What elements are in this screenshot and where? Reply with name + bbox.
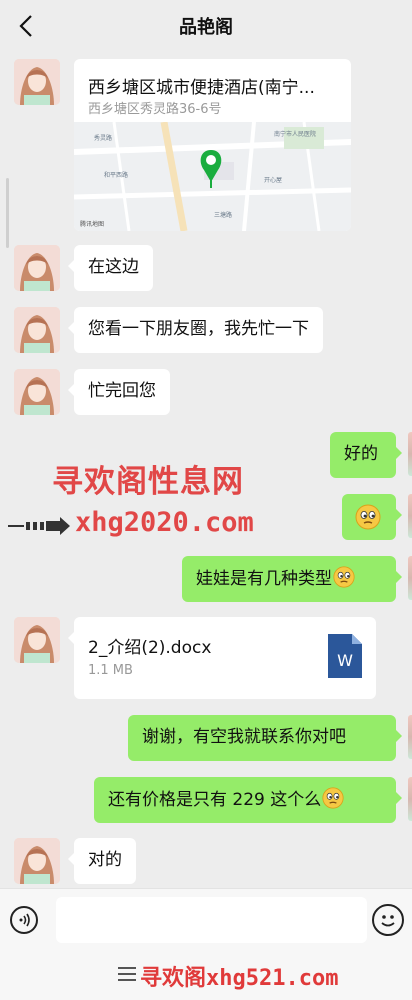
my-avatar-edge[interactable] (408, 556, 412, 600)
contact-avatar[interactable] (14, 59, 60, 105)
message-bubble-in[interactable]: 忙完回您 (68, 369, 170, 415)
voice-input-button[interactable] (10, 906, 38, 934)
avatar-portrait-icon (14, 59, 60, 105)
contact-avatar[interactable] (14, 245, 60, 291)
watermark-text: 寻欢阁性息网 (52, 464, 244, 500)
message-text: 还有价格是只有 229 这个么 (108, 790, 322, 810)
avatar-portrait-icon (14, 245, 60, 291)
map-thumbnail: 秀灵路 南宁市人民医院 和平西路 开心屋 三塘路 腾讯地图 (74, 122, 351, 231)
message-bubble-out[interactable]: 娃娃是有几种类型 (182, 556, 402, 602)
avatar-portrait-icon (14, 307, 60, 353)
message-bubble-out[interactable]: 谢谢，有空我就联系你对吧 (128, 715, 402, 761)
message-bubble-in[interactable]: 在这边 (68, 245, 153, 291)
contact-avatar[interactable] (14, 307, 60, 353)
smirk-emoji-icon (333, 566, 355, 588)
location-name: 西乡塘区城市便捷酒店(南宁... (88, 78, 315, 98)
arrow-right-icon (8, 517, 70, 535)
scroll-indicator (6, 178, 9, 248)
word-document-icon: W (328, 634, 362, 678)
message-bubble-in[interactable]: 对的 (68, 838, 136, 884)
chat-header: 品艳阁 (0, 0, 412, 52)
chat-title: 品艳阁 (179, 17, 233, 38)
svg-text:秀灵路: 秀灵路 (94, 134, 112, 142)
file-message-card[interactable]: 2_介绍(2).docx 1.1 MB W (68, 617, 376, 699)
avatar-portrait-icon (14, 617, 60, 663)
svg-text:三塘路: 三塘路 (214, 211, 232, 219)
message-bubble-out[interactable]: 还有价格是只有 229 这个么 (94, 777, 402, 823)
watermark-bottom: 寻欢阁xhg521.com (140, 966, 339, 991)
file-name: 2_介绍(2).docx (88, 638, 212, 658)
message-bubble-in[interactable]: 您看一下朋友圈，我先忙一下 (68, 307, 323, 353)
contact-avatar[interactable] (14, 617, 60, 663)
contact-avatar[interactable] (14, 838, 60, 884)
smirk-emoji-icon (322, 787, 344, 809)
message-bubble-out[interactable] (342, 494, 402, 540)
back-button[interactable] (14, 12, 38, 40)
my-avatar-edge[interactable] (408, 494, 412, 538)
location-address: 西乡塘区秀灵路36-6号 (88, 102, 222, 117)
voice-icon (19, 913, 30, 927)
my-avatar-edge[interactable] (408, 715, 412, 759)
smirk-emoji-icon (355, 504, 381, 530)
location-card[interactable]: 西乡塘区城市便捷酒店(南宁... 西乡塘区秀灵路36-6号 秀灵路 南宁市人民医… (74, 59, 351, 231)
message-text: 娃娃是有几种类型 (196, 569, 332, 589)
file-size: 1.1 MB (88, 663, 133, 678)
menu-icon[interactable] (118, 966, 136, 982)
watermark-url: xhg2020.com (75, 507, 254, 538)
chevron-left-icon (19, 15, 32, 37)
message-bubble-out[interactable]: 好的 (330, 432, 402, 478)
smiley-icon (381, 915, 395, 927)
svg-text:开心屋: 开心屋 (264, 177, 282, 184)
my-avatar-edge[interactable] (408, 777, 412, 821)
avatar-portrait-icon (14, 369, 60, 415)
message-input[interactable] (56, 897, 367, 943)
svg-text:和平西路: 和平西路 (104, 171, 128, 179)
svg-text:南宁市人民医院: 南宁市人民医院 (274, 130, 316, 138)
avatar-portrait-icon (14, 838, 60, 884)
my-avatar-edge[interactable] (408, 432, 412, 476)
svg-text:W: W (337, 651, 353, 670)
map-logo: 腾讯地图 (80, 220, 104, 228)
emoji-button[interactable] (372, 904, 404, 936)
contact-avatar[interactable] (14, 369, 60, 415)
input-bar (0, 888, 412, 951)
